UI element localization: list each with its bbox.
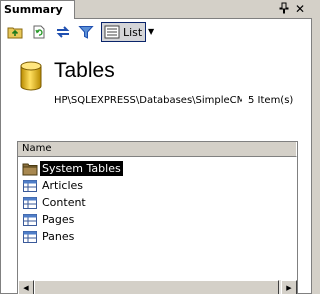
list-item-label: Articles: [42, 179, 84, 192]
tab-summary[interactable]: Summary: [0, 0, 75, 19]
list-item[interactable]: Articles: [22, 177, 123, 194]
column-header-name[interactable]: Name: [18, 142, 297, 157]
list-item[interactable]: System Tables: [22, 160, 124, 177]
database-icon: [20, 61, 42, 91]
list-item[interactable]: Pages: [22, 211, 123, 228]
horizontal-scrollbar[interactable]: ◀ ▶: [18, 280, 297, 294]
list-item-label: Pages: [42, 213, 75, 226]
table-icon: [23, 213, 37, 226]
list-view-button[interactable]: List: [101, 22, 146, 42]
toolbar: List ▼: [1, 19, 311, 45]
list-item-label: System Tables: [39, 160, 124, 177]
tab-bar: Summary ✕: [0, 0, 312, 19]
list-item[interactable]: Panes: [22, 228, 123, 245]
scroll-left-icon[interactable]: ◀: [18, 280, 34, 294]
table-icon: [23, 196, 37, 209]
list-item[interactable]: Content: [22, 194, 123, 211]
item-count: 5 Item(s): [248, 95, 294, 106]
object-list[interactable]: Name System Tables Articles Content Page…: [17, 141, 298, 294]
table-icon: [23, 230, 37, 243]
filter-icon[interactable]: [76, 23, 96, 41]
sync-icon[interactable]: [53, 23, 73, 41]
close-icon[interactable]: ✕: [293, 2, 307, 16]
scrollbar-thumb[interactable]: [34, 280, 279, 294]
folder-icon: [22, 163, 38, 175]
up-folder-icon[interactable]: [5, 23, 25, 41]
pin-icon[interactable]: [278, 2, 290, 16]
list-view-icon: [104, 25, 120, 39]
scroll-right-icon[interactable]: ▶: [281, 280, 297, 294]
refresh-icon[interactable]: [29, 23, 49, 41]
summary-panel: List ▼ Tables HP\SQLEXPRESS\Databases\Si…: [0, 19, 312, 294]
table-icon: [23, 179, 37, 192]
chevron-down-icon[interactable]: ▼: [148, 23, 158, 41]
list-view-label: List: [123, 25, 143, 39]
list-item-label: Content: [42, 196, 86, 209]
page-title: Tables: [54, 59, 115, 82]
breadcrumb: HP\SQLEXPRESS\Databases\SimpleCMS: [54, 95, 242, 106]
list-item-label: Panes: [42, 230, 75, 243]
